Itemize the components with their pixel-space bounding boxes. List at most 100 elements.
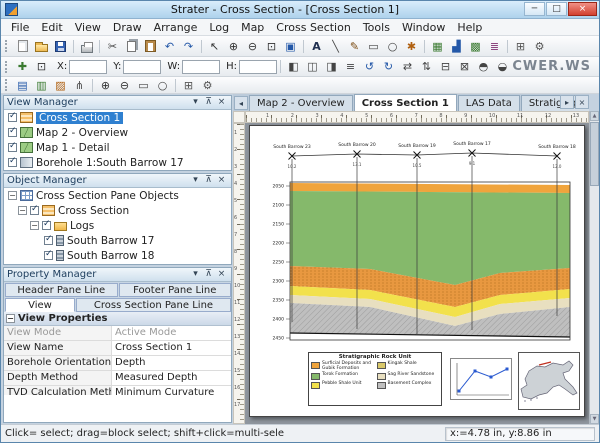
panel-pin-icon[interactable]	[202, 97, 215, 109]
menu-tools[interactable]: Tools	[357, 20, 396, 35]
object-label[interactable]: Cross Section Pane Objects	[36, 190, 179, 202]
print-icon[interactable]	[77, 38, 96, 55]
panel-pin-icon[interactable]	[202, 269, 215, 281]
send-to-back-icon[interactable]	[493, 58, 512, 75]
ellipse-tool-icon[interactable]	[153, 77, 172, 94]
panel-menu-icon[interactable]	[189, 175, 202, 187]
new-icon[interactable]	[13, 38, 32, 55]
tab-close-icon[interactable]	[575, 95, 589, 109]
vertical-scrollbar[interactable]: ▲ ▼	[589, 111, 599, 424]
bring-to-front-icon[interactable]	[474, 58, 493, 75]
table-icon[interactable]	[428, 38, 447, 55]
collapse-icon[interactable]	[30, 221, 39, 230]
property-manager-header[interactable]: Property Manager	[4, 268, 231, 282]
log-icon[interactable]	[485, 38, 504, 55]
zoom-page-icon[interactable]	[281, 38, 300, 55]
menu-log[interactable]: Log	[203, 20, 235, 35]
toolbar-grip[interactable]	[5, 61, 9, 73]
property-value[interactable]: Measured Depth	[112, 371, 231, 385]
view-item-label[interactable]: Cross Section 1	[36, 112, 123, 124]
x-coordinate-input[interactable]	[69, 60, 107, 74]
view-item-map-2-overview[interactable]: Map 2 - Overview	[4, 125, 231, 140]
checkbox-checked-icon[interactable]	[30, 206, 39, 215]
inset-line-chart[interactable]	[450, 358, 512, 400]
copy-icon[interactable]	[122, 38, 141, 55]
menu-view[interactable]: View	[69, 20, 107, 35]
new-map-view-icon[interactable]	[32, 77, 51, 94]
width-input[interactable]	[182, 60, 220, 74]
view-item-label[interactable]: Borehole 1:South Barrow 17	[36, 157, 184, 169]
align-left-icon[interactable]	[284, 58, 303, 75]
zoom-in-icon[interactable]	[224, 38, 243, 55]
redo-icon[interactable]	[179, 38, 198, 55]
object-cross-section[interactable]: Cross Section	[4, 203, 231, 218]
rotate-left-icon[interactable]	[360, 58, 379, 75]
cross-section-page[interactable]: South Barrow 23 10.2 South Barrow 20 13.…	[249, 125, 585, 417]
object-root[interactable]: Cross Section Pane Objects	[4, 188, 231, 203]
y-coordinate-input[interactable]	[123, 60, 161, 74]
menu-file[interactable]: File	[5, 20, 35, 35]
rectangle-tool-icon[interactable]	[364, 38, 383, 55]
property-value[interactable]: Minimum Curvature	[112, 386, 231, 395]
open-icon[interactable]	[32, 38, 51, 55]
tab-scroll-left-icon[interactable]	[234, 96, 248, 110]
undo-icon[interactable]	[160, 38, 179, 55]
minimize-button[interactable]: ─	[524, 2, 545, 16]
property-value[interactable]: Active Mode	[112, 326, 231, 340]
chart-icon[interactable]	[447, 38, 466, 55]
toolbar-grip[interactable]	[5, 40, 9, 52]
menu-draw[interactable]: Draw	[107, 20, 148, 35]
view-item-map-1-detail[interactable]: Map 1 - Detail	[4, 140, 231, 155]
zoom-out-icon[interactable]	[243, 38, 262, 55]
map-icon[interactable]	[466, 38, 485, 55]
show-grid-icon[interactable]	[179, 77, 198, 94]
polyline-tool-icon[interactable]	[345, 38, 364, 55]
symbol-tool-icon[interactable]	[402, 38, 421, 55]
scroll-up-icon[interactable]: ▲	[590, 111, 599, 121]
property-value[interactable]: Depth	[112, 356, 231, 370]
grid-icon[interactable]	[511, 38, 530, 55]
select-icon[interactable]	[205, 38, 224, 55]
tab-cross-section-1[interactable]: Cross Section 1	[354, 94, 457, 111]
panel-menu-icon[interactable]	[189, 269, 202, 281]
view-manager-header[interactable]: View Manager	[4, 96, 231, 110]
object-south-barrow-18[interactable]: South Barrow 18	[4, 248, 231, 263]
location-map[interactable]	[518, 352, 580, 410]
menu-window[interactable]: Window	[396, 20, 451, 35]
well-selector-icon[interactable]	[70, 77, 89, 94]
view-item-borehole-1[interactable]: Borehole 1:South Barrow 17	[4, 155, 231, 170]
tab-header-pane-line[interactable]: Header Pane Line	[5, 283, 118, 297]
panel-close-icon[interactable]	[215, 97, 228, 109]
flip-horizontal-icon[interactable]	[398, 58, 417, 75]
collapse-icon[interactable]	[8, 191, 17, 200]
toolbar-grip[interactable]	[5, 79, 9, 91]
object-south-barrow-17[interactable]: South Barrow 17	[4, 233, 231, 248]
gear-icon[interactable]	[198, 77, 217, 94]
view-item-label[interactable]: Map 2 - Overview	[36, 127, 128, 139]
panel-pin-icon[interactable]	[202, 175, 215, 187]
checkbox-checked-icon[interactable]	[8, 128, 17, 137]
property-value[interactable]: Cross Section 1	[112, 341, 231, 355]
zoom-out-icon[interactable]	[115, 77, 134, 94]
line-tool-icon[interactable]	[326, 38, 345, 55]
checkbox-checked-icon[interactable]	[42, 221, 51, 230]
checkbox-checked-icon[interactable]	[44, 236, 53, 245]
view-properties-section[interactable]: View Properties	[4, 312, 231, 326]
new-cross-section-view-icon[interactable]	[51, 77, 70, 94]
panel-close-icon[interactable]	[215, 269, 228, 281]
cross-section-plot[interactable]	[290, 156, 570, 340]
height-input[interactable]	[239, 60, 277, 74]
menu-cross-section[interactable]: Cross Section	[270, 20, 357, 35]
menu-map[interactable]: Map	[235, 20, 270, 35]
title-bar[interactable]: Strater - Cross Section - [Cross Section…	[1, 1, 599, 19]
new-borehole-view-icon[interactable]	[13, 77, 32, 94]
tab-las-data[interactable]: LAS Data	[458, 95, 520, 111]
tab-map-2-overview[interactable]: Map 2 - Overview	[249, 95, 353, 111]
menu-arrange[interactable]: Arrange	[148, 20, 204, 35]
zoom-realtime-icon[interactable]	[32, 58, 51, 75]
save-icon[interactable]	[51, 38, 70, 55]
zoom-rect-icon[interactable]	[262, 38, 281, 55]
pan-icon[interactable]	[13, 58, 32, 75]
menu-edit[interactable]: Edit	[35, 20, 68, 35]
rotate-right-icon[interactable]	[379, 58, 398, 75]
